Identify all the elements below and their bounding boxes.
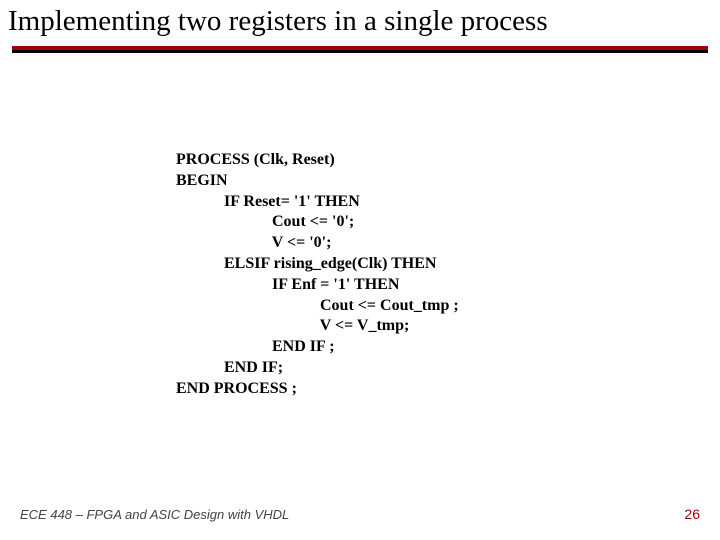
code-line: V <= V_tmp;	[176, 317, 409, 334]
black-rule	[12, 50, 708, 53]
title-underline	[12, 46, 708, 54]
code-line: PROCESS (Clk, Reset)	[176, 151, 335, 168]
course-label: ECE 448 – FPGA and ASIC Design with VHDL	[20, 507, 289, 522]
vhdl-code: PROCESS (Clk, Reset) BEGIN IF Reset= '1'…	[176, 150, 459, 400]
page-number: 26	[684, 506, 700, 522]
code-line: Cout <= '0';	[176, 213, 354, 230]
code-line: Cout <= Cout_tmp ;	[176, 297, 459, 314]
slide-title: Implementing two registers in a single p…	[0, 0, 720, 46]
code-line: IF Reset= '1' THEN	[176, 193, 360, 210]
code-line: END PROCESS ;	[176, 380, 297, 397]
code-line: IF Enf = '1' THEN	[176, 276, 399, 293]
code-line: ELSIF rising_edge(Clk) THEN	[176, 255, 436, 272]
footer: ECE 448 – FPGA and ASIC Design with VHDL…	[20, 506, 700, 522]
code-line: BEGIN	[176, 172, 228, 189]
slide: Implementing two registers in a single p…	[0, 0, 720, 540]
code-line: V <= '0';	[176, 234, 331, 251]
code-line: END IF;	[176, 359, 283, 376]
code-line: END IF ;	[176, 338, 335, 355]
